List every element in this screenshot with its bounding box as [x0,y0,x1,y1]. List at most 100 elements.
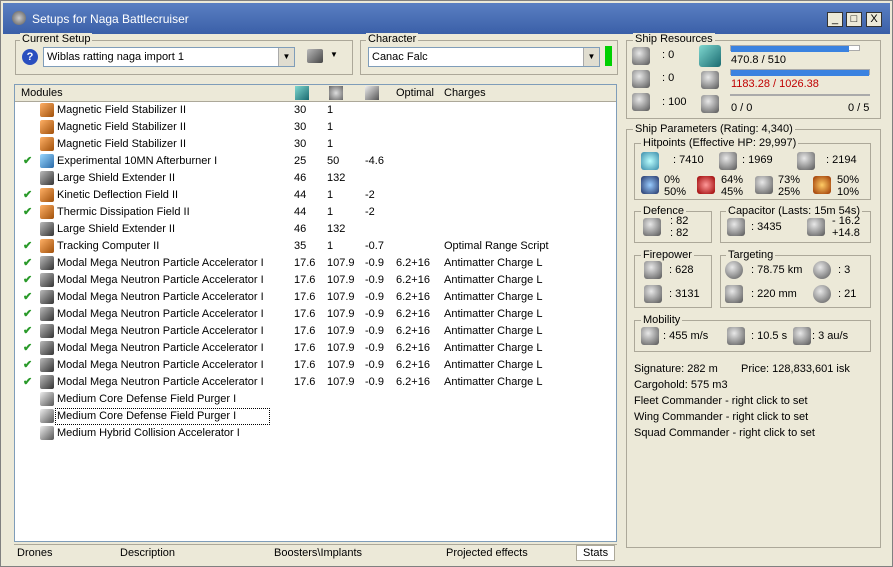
module-name: Large Shield Extender II [57,172,176,184]
module-row[interactable]: ✔ Modal Mega Neutron Particle Accelerator… [15,306,616,323]
col-optimal[interactable]: Optimal [396,87,434,99]
minimize-button[interactable]: _ [827,12,843,27]
module-capacitor: -0.9 [365,291,384,303]
module-powergrid: 107.9 [327,274,355,286]
tab-stats[interactable]: Stats [576,545,616,561]
module-row[interactable]: ✔ Modal Mega Neutron Particle Accelerator… [15,289,616,306]
align-time: : 10.5 s [751,330,788,342]
module-row[interactable]: ✔ Modal Mega Neutron Particle Accelerator… [15,357,616,374]
module-icon [40,120,54,134]
ship-menu-chevron-icon[interactable]: ▼ [330,50,338,59]
module-icon [40,409,54,423]
module-powergrid: 107.9 [327,291,355,303]
modules-list[interactable]: Modules Optimal Charges Magnetic Field S… [14,84,617,542]
module-row[interactable]: Magnetic Field Stabilizer II 30 1 [15,119,616,136]
module-name: Kinetic Deflection Field II [57,189,179,201]
cpu-bar [731,46,850,52]
thermal-resist-shield: 64% [721,174,744,186]
firepower-volley: : 3131 [669,288,700,300]
tab-projected-effects[interactable]: Projected effects [446,547,528,559]
capacitor-col-icon[interactable] [365,86,379,100]
active-check-icon: ✔ [23,189,33,201]
module-name: Thermic Dissipation Field II [57,206,190,218]
help-icon[interactable]: ? [22,49,38,65]
module-row[interactable]: Large Shield Extender II 46 132 [15,221,616,238]
active-check-icon: ✔ [23,206,33,218]
module-row[interactable]: Medium Core Defense Field Purger I [15,391,616,408]
module-powergrid: 132 [327,223,346,235]
module-capacitor: -4.6 [365,155,384,167]
module-row[interactable]: ✔ Kinetic Deflection Field II 44 1 -2 [15,187,616,204]
setups-window: Setups for Naga Battlecruiser _ □ X Curr… [0,0,893,567]
thermal-resist-icon [697,176,715,194]
module-row[interactable]: ✔ Modal Mega Neutron Particle Accelerator… [15,340,616,357]
active-check-icon: ✔ [23,155,33,167]
module-name: Modal Mega Neutron Particle Accelerator … [57,359,264,371]
tab-drones[interactable]: Drones [17,547,52,559]
powergrid-icon [701,71,719,89]
character-label: Character [366,33,419,45]
module-row[interactable]: ✔ Tracking Computer II 35 1 -0.7 Optimal Rang… [15,238,616,255]
module-row[interactable]: ✔ Modal Mega Neutron Particle Accelerator… [15,255,616,272]
module-row[interactable]: ✔ Modal Mega Neutron Particle Accelerator… [15,374,616,391]
module-name: Medium Core Defense Field Purger I [57,410,237,422]
module-icon [40,205,54,219]
col-charges[interactable]: Charges [444,87,486,99]
ship-resources-label: Ship Resources [633,33,715,45]
module-row[interactable]: Magnetic Field Stabilizer II 30 1 [15,136,616,153]
module-row[interactable]: ✔ Modal Mega Neutron Particle Accelerator… [15,323,616,340]
ship-parameters-label: Ship Parameters (Rating: 4,340) [633,123,795,135]
module-name: Large Shield Extender II [57,223,176,235]
module-row[interactable]: Large Shield Extender II 46 132 [15,170,616,187]
module-row[interactable]: Magnetic Field Stabilizer II 30 1 [15,102,616,119]
module-row[interactable]: Medium Hybrid Collision Accelerator I [15,425,616,442]
kinetic-resist-armor: 25% [778,186,801,198]
module-optimal: 6.2+16 [396,257,430,269]
tab-description[interactable]: Description [120,547,175,559]
em-resist-icon [641,176,659,194]
squad-commander[interactable]: Squad Commander - right click to set [634,427,815,439]
module-name: Modal Mega Neutron Particle Accelerator … [57,342,264,354]
maximize-button[interactable]: □ [846,12,862,27]
module-cpu: 25 [294,155,307,167]
sensor-strength: : 21 [838,288,857,300]
ship-icon[interactable] [307,49,323,63]
module-icon [40,171,54,185]
module-capacitor: -2 [365,189,375,201]
cpu-col-icon[interactable] [295,86,309,100]
volley-icon [644,285,662,303]
module-row[interactable]: ✔ Experimental 10MN Afterburner I 25 50 -4.6 [15,153,616,170]
module-name: Modal Mega Neutron Particle Accelerator … [57,257,264,269]
scan-resolution: : 220 mm [751,288,797,300]
module-cpu: 44 [294,189,307,201]
module-row[interactable]: Medium Core Defense Field Purger I [40,408,270,425]
close-button[interactable]: X [866,12,882,27]
module-cpu: 46 [294,172,307,184]
module-cpu: 17.6 [294,342,316,354]
module-icon [40,103,54,117]
module-icon [40,307,54,321]
module-cpu: 46 [294,223,307,235]
active-check-icon: ✔ [23,359,33,371]
character-select[interactable]: Canac Falc ▼ [368,47,600,67]
tab-boosters-implants[interactable]: Boosters\Implants [274,547,362,559]
col-modules[interactable]: Modules [21,87,63,99]
module-powergrid: 107.9 [327,359,355,371]
module-row[interactable]: ✔ Modal Mega Neutron Particle Accelerator… [15,272,616,289]
title-bar[interactable]: Setups for Naga Battlecruiser _ □ X [3,3,890,34]
powergrid-col-icon[interactable] [329,86,343,100]
fleet-commander[interactable]: Fleet Commander - right click to set [634,395,808,407]
module-row[interactable]: ✔ Thermic Dissipation Field II 44 1 -2 [15,204,616,221]
drones-value: 0 / 5 [848,102,870,114]
setup-select[interactable]: Wiblas ratting naga import 1 ▼ [43,47,295,67]
hitpoints-label: Hitpoints (Effective HP: 29,997) [641,137,799,149]
explosive-resist-icon [813,176,831,194]
module-optimal: 6.2+16 [396,342,430,354]
powergrid-value: 1183.28 / 1026.38 [731,78,819,90]
wing-commander[interactable]: Wing Commander - right click to set [634,411,808,423]
modules-header: Modules Optimal Charges [15,85,616,102]
bottom-tabs: Drones Description Boosters\Implants Pro… [14,544,617,561]
module-name: Magnetic Field Stabilizer II [57,104,186,116]
module-capacitor: -2 [365,206,375,218]
module-optimal: 6.2+16 [396,291,430,303]
